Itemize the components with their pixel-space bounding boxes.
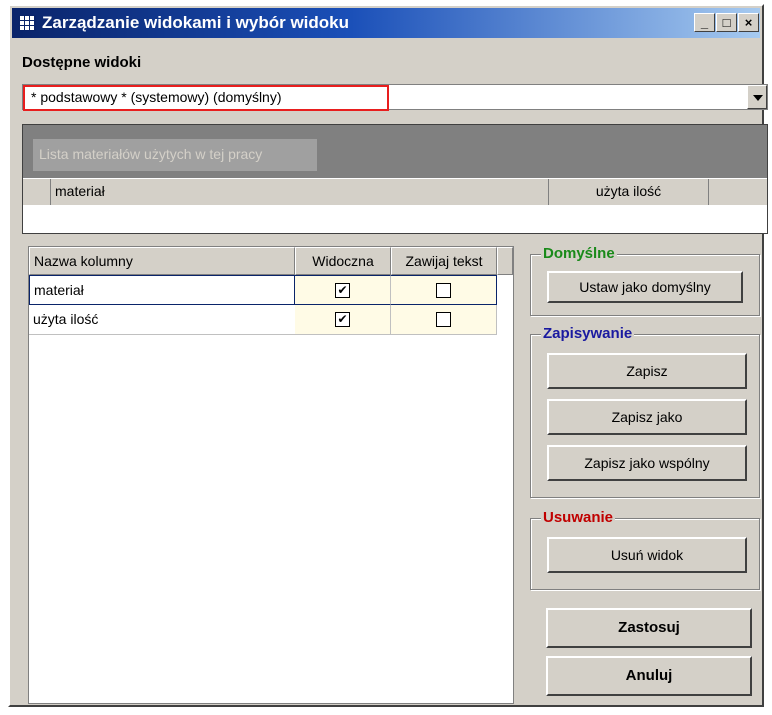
- wrap-cell[interactable]: [391, 305, 497, 335]
- views-dropdown[interactable]: * podstawowy * (systemowy) (domyślny): [22, 84, 768, 111]
- close-button[interactable]: ×: [738, 13, 759, 32]
- title-bar[interactable]: Zarządzanie widokami i wybór widoku _ □ …: [12, 8, 760, 38]
- saving-group: Zapisywanie Zapisz Zapisz jako Zapisz ja…: [530, 325, 760, 498]
- saving-group-title: Zapisywanie: [541, 325, 635, 342]
- grid-header: Nazwa kolumny Widoczna Zawijaj tekst: [29, 247, 513, 275]
- delete-group-title: Usuwanie: [541, 509, 616, 526]
- header-column-name: Nazwa kolumny: [29, 247, 295, 275]
- delete-view-button[interactable]: Usuń widok: [547, 537, 747, 573]
- save-as-button[interactable]: Zapisz jako: [547, 399, 747, 435]
- minimize-button[interactable]: _: [694, 13, 715, 32]
- default-group-title: Domyślne: [541, 245, 617, 262]
- set-default-button[interactable]: Ustaw jako domyślny: [547, 271, 743, 303]
- delete-group: Usuwanie Usuń widok: [530, 509, 760, 590]
- preview-column-material: materiał: [51, 179, 549, 206]
- save-button[interactable]: Zapisz: [547, 353, 747, 389]
- table-row[interactable]: materiał ✔: [29, 275, 513, 305]
- header-filler: [497, 247, 513, 275]
- table-row[interactable]: użyta ilość ✔: [29, 305, 513, 335]
- visible-cell[interactable]: ✔: [295, 275, 391, 305]
- maximize-button[interactable]: □: [716, 13, 737, 32]
- visible-cell[interactable]: ✔: [295, 305, 391, 335]
- view-manager-window: Zarządzanie widokami i wybór widoku _ □ …: [8, 4, 768, 707]
- preview-header: materiał użyta ilość: [23, 178, 767, 206]
- header-visible: Widoczna: [295, 247, 391, 275]
- selected-view-value[interactable]: * podstawowy * (systemowy) (domyślny): [23, 85, 389, 111]
- wrap-checkbox[interactable]: [436, 312, 451, 327]
- apply-button[interactable]: Zastosuj: [546, 608, 752, 648]
- window-title: Zarządzanie widokami i wybór widoku: [42, 13, 350, 32]
- available-views-label: Dostępne widoki: [22, 54, 142, 71]
- preview-caption: Lista materiałów użytych w tej pracy: [33, 139, 317, 171]
- preview-row-selector: [23, 179, 51, 206]
- visible-checkbox[interactable]: ✔: [335, 312, 350, 327]
- visible-checkbox[interactable]: ✔: [335, 283, 350, 298]
- column-name-cell[interactable]: materiał: [29, 275, 295, 305]
- wrap-cell[interactable]: [391, 275, 497, 305]
- view-preview: Lista materiałów użytych w tej pracy mat…: [22, 124, 768, 234]
- save-as-shared-button[interactable]: Zapisz jako wspólny: [547, 445, 747, 481]
- default-group: Domyślne Ustaw jako domyślny: [530, 245, 760, 316]
- wrap-checkbox[interactable]: [436, 283, 451, 298]
- preview-data-row: [23, 205, 767, 233]
- header-wrap-text: Zawijaj tekst: [391, 247, 497, 275]
- preview-column-quantity: użyta ilość: [549, 179, 709, 206]
- column-name-cell[interactable]: użyta ilość: [29, 305, 295, 335]
- chevron-down-icon[interactable]: [747, 85, 767, 109]
- cancel-button[interactable]: Anuluj: [546, 656, 752, 696]
- columns-grid: Nazwa kolumny Widoczna Zawijaj tekst mat…: [28, 246, 514, 704]
- table-icon: [18, 15, 36, 31]
